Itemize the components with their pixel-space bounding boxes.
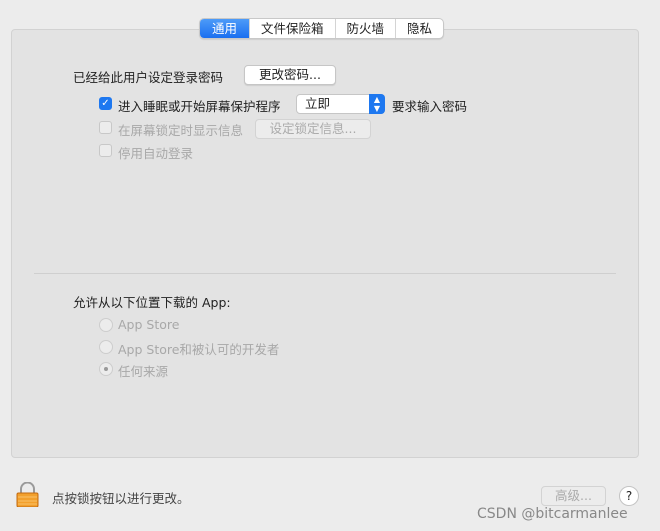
radio-anywhere[interactable] [99,362,113,376]
downloads-title: 允许从以下位置下载的 App: [73,295,231,310]
set-lock-message-button[interactable]: 设定锁定信息... [255,119,371,139]
show-message-checkbox[interactable] [99,121,112,134]
tab-general[interactable]: 通用 [200,19,250,38]
tab-privacy[interactable]: 隐私 [395,19,443,38]
require-password-checkbox[interactable]: ✓ [99,97,112,110]
help-button[interactable]: ? [619,486,639,506]
require-password-delay-select[interactable]: 立即 ▲ ▼ [296,94,385,114]
disable-autologin-checkbox[interactable] [99,144,112,157]
radio-identified-developers[interactable] [99,340,113,354]
tab-filevault[interactable]: 文件保险箱 [249,19,335,38]
chevron-updown-icon: ▲ ▼ [369,94,385,114]
select-value: 立即 [305,96,331,111]
radio-app-store-label: App Store [118,317,180,332]
divider [34,273,616,274]
radio-app-store[interactable] [99,318,113,332]
radio-identified-developers-label: App Store和被认可的开发者 [118,342,280,357]
tab-bar: 通用 文件保险箱 防火墙 隐私 [199,18,445,39]
watermark: CSDN @bitcarmanlee [477,506,628,522]
tab-firewall[interactable]: 防火墙 [334,19,396,38]
show-message-label: 在屏幕锁定时显示信息 [118,123,244,138]
require-password-label: 进入睡眠或开始屏幕保护程序 [118,99,281,114]
require-password-suffix: 要求输入密码 [392,99,468,114]
lock-icon[interactable] [16,482,39,507]
lock-message: 点按锁按钮以进行更改。 [52,491,190,506]
advanced-button[interactable]: 高级... [541,486,606,506]
radio-anywhere-label: 任何来源 [118,364,169,379]
password-set-label: 已经给此用户设定登录密码 [73,70,224,85]
change-password-button[interactable]: 更改密码... [244,65,336,85]
disable-autologin-label: 停用自动登录 [118,146,194,161]
